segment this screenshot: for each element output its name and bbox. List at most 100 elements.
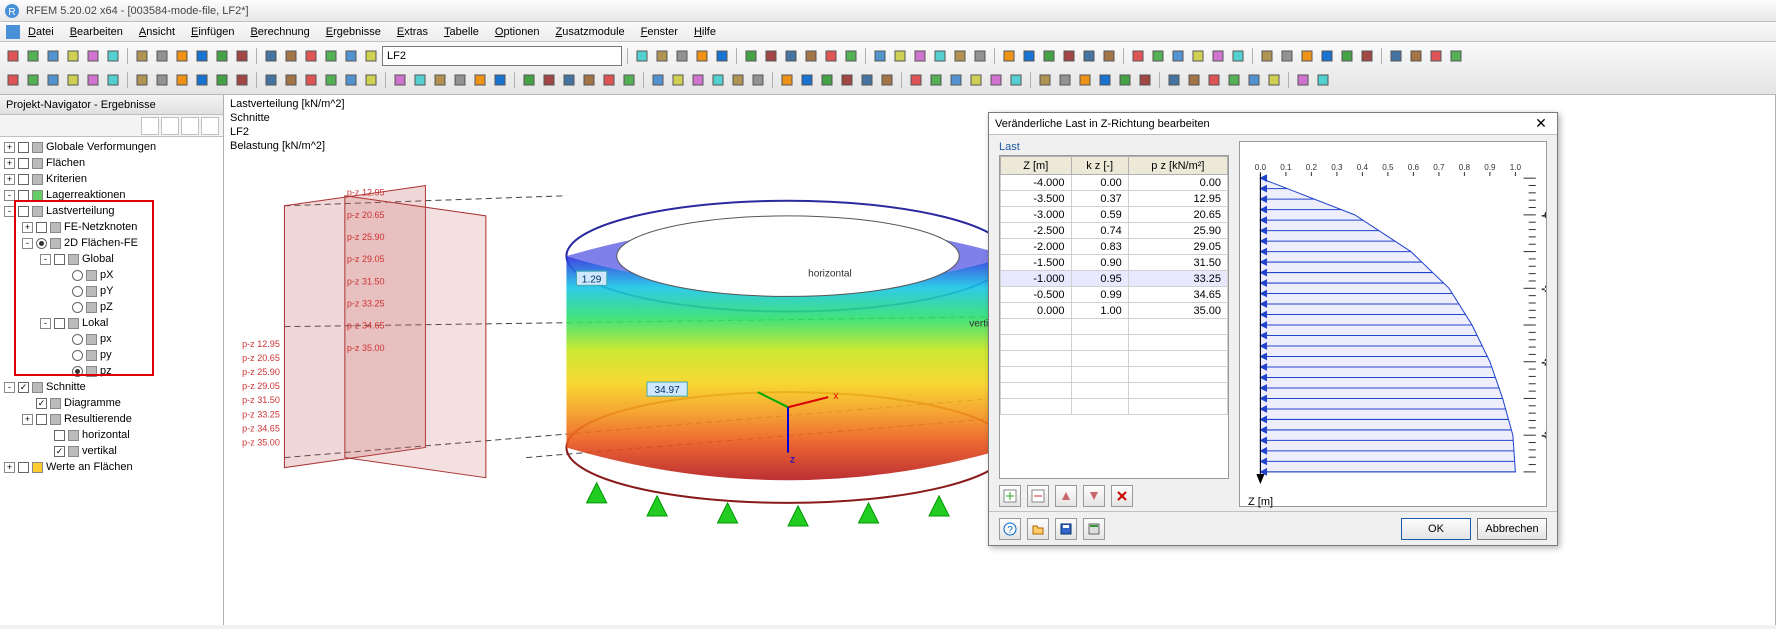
toolbar-button[interactable]	[491, 71, 509, 89]
toolbar-button[interactable]	[971, 47, 989, 65]
tree-item[interactable]: ✓Diagramme	[0, 395, 223, 411]
toolbar-button[interactable]	[1100, 47, 1118, 65]
table-row[interactable]: -0.5000.9934.65	[1001, 287, 1228, 303]
toolbar-button[interactable]	[778, 71, 796, 89]
toolbar-button[interactable]	[762, 47, 780, 65]
toolbar-button[interactable]	[931, 47, 949, 65]
tree-item[interactable]: +Kriterien	[0, 171, 223, 187]
toolbar-button[interactable]	[64, 47, 82, 65]
tree-toggle[interactable]: -	[40, 318, 51, 329]
toolbar-button[interactable]	[749, 71, 767, 89]
toolbar-button[interactable]	[1258, 47, 1276, 65]
toolbar-button[interactable]	[302, 47, 320, 65]
toolbar-button[interactable]	[951, 47, 969, 65]
tree-toggle[interactable]: +	[4, 174, 15, 185]
toolbar-button[interactable]	[1447, 47, 1465, 65]
toolbar-button[interactable]	[1007, 71, 1025, 89]
tree-item[interactable]: pz	[0, 363, 223, 379]
tree-item[interactable]: -Lastverteilung	[0, 203, 223, 219]
table-row[interactable]	[1001, 319, 1228, 335]
toolbar-button[interactable]	[858, 71, 876, 89]
toolbar-button[interactable]	[689, 71, 707, 89]
toolbar-button[interactable]	[1229, 47, 1247, 65]
tree-item[interactable]: -✓Schnitte	[0, 379, 223, 395]
toolbar-button[interactable]	[742, 47, 760, 65]
toolbar-button[interactable]	[1294, 71, 1312, 89]
toolbar-button[interactable]	[262, 47, 280, 65]
toolbar-button[interactable]	[1338, 47, 1356, 65]
toolbar-button[interactable]	[1225, 71, 1243, 89]
table-row[interactable]: 0.0001.0035.00	[1001, 303, 1228, 319]
table-insert-row-button[interactable]	[1027, 485, 1049, 507]
toolbar-button[interactable]	[153, 47, 171, 65]
tree-toggle[interactable]: +	[4, 462, 15, 473]
toolbar-button[interactable]	[729, 71, 747, 89]
table-row[interactable]	[1001, 383, 1228, 399]
menu-optionen[interactable]: Optionen	[487, 24, 548, 40]
toolbar-button[interactable]	[540, 71, 558, 89]
loadcase-selector[interactable]	[382, 46, 622, 66]
toolbar-button[interactable]	[173, 47, 191, 65]
navigator-tree[interactable]: +Globale Verformungen+Flächen+Kriterien-…	[0, 137, 223, 625]
toolbar-button[interactable]	[1129, 47, 1147, 65]
menu-fenster[interactable]: Fenster	[633, 24, 686, 40]
tree-checkbox[interactable]	[18, 190, 29, 201]
table-delete-row-button[interactable]	[1111, 485, 1133, 507]
tree-checkbox[interactable]	[36, 414, 47, 425]
toolbar-button[interactable]	[133, 71, 151, 89]
tree-item[interactable]: +Flächen	[0, 155, 223, 171]
toolbar-button[interactable]	[262, 71, 280, 89]
toolbar-button[interactable]	[709, 71, 727, 89]
toolbar-button[interactable]	[967, 71, 985, 89]
table-sort-asc-button[interactable]	[1055, 485, 1077, 507]
menu-berechnung[interactable]: Berechnung	[242, 24, 317, 40]
nav-tab-3[interactable]	[181, 117, 199, 135]
toolbar-button[interactable]	[4, 71, 22, 89]
table-row[interactable]: -1.5000.9031.50	[1001, 255, 1228, 271]
toolbar-button[interactable]	[213, 47, 231, 65]
menu-tabelle[interactable]: Tabelle	[436, 24, 487, 40]
toolbar-button[interactable]	[1020, 47, 1038, 65]
dialog-titlebar[interactable]: Veränderliche Last in Z-Richtung bearbei…	[989, 113, 1557, 135]
tree-item[interactable]: px	[0, 331, 223, 347]
toolbar-button[interactable]	[1265, 71, 1283, 89]
tree-checkbox[interactable]: ✓	[36, 398, 47, 409]
toolbar-button[interactable]	[1407, 47, 1425, 65]
toolbar-button[interactable]	[1116, 71, 1134, 89]
tree-checkbox[interactable]: ✓	[54, 446, 65, 457]
col-pz[interactable]: p z [kN/m²]	[1128, 157, 1227, 175]
tree-item[interactable]: -2D Flächen-FE	[0, 235, 223, 251]
tree-radio[interactable]	[72, 366, 83, 377]
tree-item[interactable]: pY	[0, 283, 223, 299]
toolbar-button[interactable]	[84, 71, 102, 89]
tree-item[interactable]: ✓vertikal	[0, 443, 223, 459]
col-kz[interactable]: k z [-]	[1071, 157, 1128, 175]
tree-item[interactable]: py	[0, 347, 223, 363]
menu-ansicht[interactable]: Ansicht	[131, 24, 183, 40]
toolbar-button[interactable]	[842, 47, 860, 65]
menu-einfügen[interactable]: Einfügen	[183, 24, 242, 40]
toolbar-button[interactable]	[322, 71, 340, 89]
save-button[interactable]	[1055, 518, 1077, 540]
calc-button[interactable]	[1083, 518, 1105, 540]
toolbar-button[interactable]	[1149, 47, 1167, 65]
toolbar-button[interactable]	[1209, 47, 1227, 65]
toolbar-button[interactable]	[44, 71, 62, 89]
toolbar-button[interactable]	[193, 47, 211, 65]
nav-tab-4[interactable]	[201, 117, 219, 135]
tree-checkbox[interactable]	[54, 318, 65, 329]
tree-checkbox[interactable]	[54, 430, 65, 441]
table-row[interactable]	[1001, 335, 1228, 351]
toolbar-button[interactable]	[24, 47, 42, 65]
toolbar-button[interactable]	[1245, 71, 1263, 89]
tree-item[interactable]: -Lokal	[0, 315, 223, 331]
tree-item[interactable]: +Werte an Flächen	[0, 459, 223, 475]
toolbar-button[interactable]	[153, 71, 171, 89]
tree-item[interactable]: pX	[0, 267, 223, 283]
nav-tab-1[interactable]	[141, 117, 159, 135]
toolbar-button[interactable]	[673, 47, 691, 65]
toolbar-button[interactable]	[342, 47, 360, 65]
toolbar-button[interactable]	[213, 71, 231, 89]
tree-toggle[interactable]: -	[4, 190, 15, 201]
cancel-button[interactable]: Abbrechen	[1477, 518, 1547, 540]
